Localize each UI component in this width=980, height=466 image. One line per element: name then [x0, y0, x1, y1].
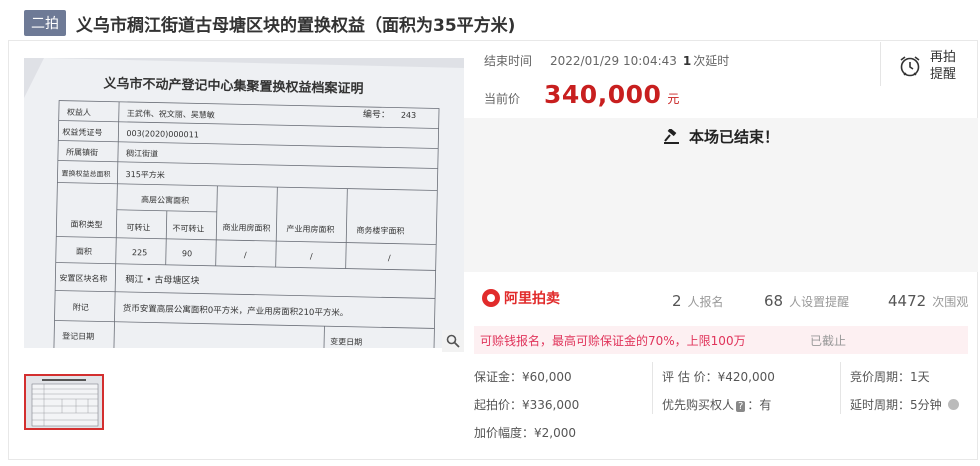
priority-help-badge[interactable]: ? — [736, 401, 746, 412]
views-stat: 4472 次围观 — [888, 292, 968, 310]
end-time-row: 结束时间 2022/01/29 10:04:43 1 次延时 — [484, 52, 729, 69]
signup-label: 人报名 — [687, 295, 724, 309]
priority-buyer-value: ：有 — [747, 398, 772, 412]
gavel-icon — [663, 128, 679, 144]
thumbnail-1[interactable] — [24, 374, 104, 430]
block-label: 安置区块名称 — [59, 273, 107, 284]
auction-ended-box: 本场已结束！ — [464, 118, 978, 272]
area-label: 面积 — [76, 246, 92, 256]
divider — [880, 42, 881, 86]
delay-cycle-text: 延时周期：5分钟 — [850, 398, 942, 412]
start-price: 起拍价：¥336,000 — [474, 398, 580, 412]
signup-count: 2 — [672, 292, 682, 310]
current-price-label: 当前价 — [484, 92, 521, 106]
auction-ended-message: 本场已结束！ — [464, 126, 978, 147]
zoom-button[interactable] — [442, 330, 464, 352]
deposit-credit-bar[interactable]: 可赊钱报名，最高可赊保证金的70%，上限100万 已截止 — [474, 326, 968, 354]
highrise-label: 高层公寓面积 — [141, 194, 189, 205]
area-transferable: 225 — [132, 248, 147, 257]
row-v-0: 王武伟、祝文丽、吴慧敏 — [127, 108, 215, 120]
transferable-label: 可转让 — [126, 222, 150, 233]
logo-icon — [482, 289, 500, 307]
appraisal-price: 评 估 价：¥420,000 — [662, 370, 775, 384]
dash-commercial: / — [244, 250, 247, 259]
details-divider-2 — [840, 362, 841, 414]
page-title: 义乌市稠江街道古母塘区块的置换权益（面积为35平方米) — [76, 15, 516, 36]
row-k-1: 权益凭证号 — [62, 127, 102, 138]
commercial-label: 商业用房面积 — [222, 222, 270, 233]
remind-line1: 再拍 — [930, 50, 957, 65]
logo-text: 阿里拍卖 — [504, 291, 560, 307]
current-price-value: 340,000 — [544, 80, 662, 109]
details-divider-1 — [652, 362, 653, 414]
bid-cycle: 竞价周期：1天 — [850, 370, 930, 384]
doc-no-label: 编号： — [363, 108, 390, 121]
change-date-label: 变更日期 — [330, 336, 362, 347]
deposit-credit-status: 已截止 — [810, 333, 847, 348]
area-type-label: 面积类型 — [70, 219, 102, 230]
magnifier-icon — [446, 334, 460, 348]
priority-buyer: 优先购买权人? ：有 — [662, 396, 771, 413]
row-k-3: 置换权益总面积 — [62, 169, 111, 179]
ended-text: 本场已结束！ — [688, 128, 779, 146]
delay-suffix: 次延时 — [693, 54, 730, 68]
dash-industrial: / — [310, 252, 313, 261]
remind-line2: 提醒 — [930, 67, 957, 82]
row-k-2: 所属镇街 — [66, 147, 98, 158]
ali-auction-logo: 阿里拍卖 — [482, 288, 560, 308]
dash-office: / — [388, 253, 391, 262]
priority-buyer-label: 优先购买权人 — [662, 398, 735, 412]
end-time-label: 结束时间 — [484, 54, 533, 68]
views-label: 次围观 — [932, 295, 969, 309]
title-row: 二拍 义乌市稠江街道古母塘区块的置换权益（面积为35平方米) — [24, 10, 515, 36]
reminder-stat: 68 人设置提醒 — [764, 292, 849, 310]
signup-stat: 2 人报名 — [672, 292, 724, 310]
main-photo[interactable]: 义乌市不动产登记中心集聚置换权益档案证明 编号： 243 权益人 王武伟、祝文丽… — [24, 58, 464, 348]
note-label: 附记 — [73, 302, 89, 312]
currency-unit: 元 — [667, 92, 680, 106]
round-tag: 二拍 — [24, 10, 66, 36]
thumbnail-image — [26, 376, 102, 428]
auction-page: 二拍 义乌市稠江街道古母塘区块的置换权益（面积为35平方米) 义乌市不动产登记中… — [0, 0, 980, 466]
re-auction-remind-button[interactable]: 再拍 提醒 — [898, 46, 968, 86]
row-v-3: 315平方米 — [125, 169, 164, 180]
doc-no: 243 — [401, 111, 416, 120]
industrial-label: 产业用房面积 — [286, 223, 334, 234]
deposit-credit-message: 可赊钱报名，最高可赊保证金的70%，上限100万 — [480, 333, 746, 348]
delay-cycle: 延时周期：5分钟 — [850, 396, 959, 413]
reg-date-label: 登记日期 — [62, 331, 94, 342]
current-price-row: 当前价 340,000 元 — [484, 80, 679, 109]
reminder-count: 68 — [764, 292, 784, 310]
deposit-amount: 保证金：¥60,000 — [474, 370, 572, 384]
reminder-label: 人设置提醒 — [789, 295, 850, 309]
end-time-value: 2022/01/29 10:04:43 — [550, 53, 677, 68]
row-v-1: 003(2020)000011 — [126, 129, 199, 140]
area-nontransferable: 90 — [182, 249, 192, 258]
stats-row: 阿里拍卖 2 人报名 68 人设置提醒 4472 次围观 — [464, 282, 978, 318]
alarm-clock-icon — [900, 56, 920, 77]
row-k-0: 权益人 — [67, 107, 91, 118]
help-icon[interactable] — [947, 399, 959, 410]
views-count: 4472 — [888, 292, 927, 310]
certificate-image: 义乌市不动产登记中心集聚置换权益档案证明 编号： 243 权益人 王武伟、祝文丽… — [24, 58, 464, 348]
bid-increment: 加价幅度：¥2,000 — [474, 426, 576, 440]
delay-count: 1 — [682, 53, 692, 68]
office-label: 商务楼宇面积 — [356, 225, 404, 236]
nontransferable-label: 不可转让 — [172, 223, 204, 234]
row-v-2: 稠江街道 — [126, 148, 158, 159]
